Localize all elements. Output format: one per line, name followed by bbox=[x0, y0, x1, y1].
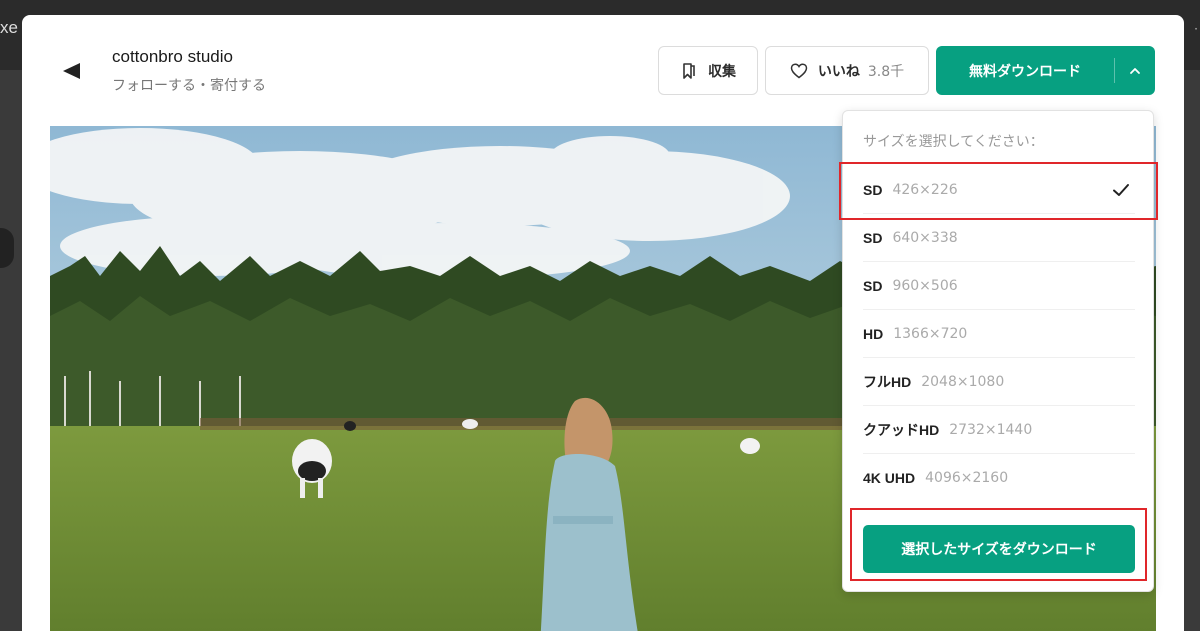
author-name[interactable]: cottonbro studio bbox=[112, 47, 233, 67]
author-actions: フォローする・寄付する bbox=[112, 75, 266, 95]
follow-link[interactable]: フォローする bbox=[112, 78, 196, 94]
size-quality: SD bbox=[863, 277, 883, 294]
free-download-label: 無料ダウンロード bbox=[969, 63, 1081, 80]
size-quality: SD bbox=[863, 229, 883, 246]
donate-link[interactable]: 寄付する bbox=[210, 78, 266, 94]
size-dimensions: 640×338 bbox=[892, 229, 958, 246]
size-option-hd-1366x720[interactable]: HD 1366×720 bbox=[863, 310, 1135, 358]
highlight-box-selected-size bbox=[839, 162, 1158, 220]
bookmark-icon bbox=[680, 62, 698, 80]
highlight-box-download-button bbox=[850, 508, 1147, 581]
background-fragment: · bbox=[1194, 22, 1198, 36]
page-backdrop-left bbox=[0, 70, 22, 631]
size-quality: HD bbox=[863, 325, 884, 342]
heart-icon bbox=[790, 62, 808, 80]
size-dimensions: 2732×1440 bbox=[949, 421, 1033, 438]
like-button[interactable]: いいね 3.8千 bbox=[765, 46, 929, 95]
size-option-4kuhd-4096x2160[interactable]: 4K UHD 4096×2160 bbox=[863, 454, 1135, 502]
size-quality: クアッドHD bbox=[863, 421, 940, 438]
size-option-sd-960x506[interactable]: SD 960×506 bbox=[863, 262, 1135, 310]
size-dimensions: 960×506 bbox=[892, 277, 958, 294]
collect-button[interactable]: 収集 bbox=[658, 46, 758, 95]
size-dimensions: 4096×2160 bbox=[925, 470, 1009, 486]
like-label: いいね bbox=[817, 63, 860, 80]
back-button[interactable] bbox=[60, 59, 84, 83]
free-download-button[interactable]: 無料ダウンロード bbox=[936, 46, 1114, 95]
free-download-button-group: 無料ダウンロード bbox=[936, 46, 1155, 95]
dropdown-header: サイズを選択してください： bbox=[863, 134, 1044, 150]
size-quality: フルHD bbox=[863, 373, 912, 390]
author-links-separator: ・ bbox=[196, 78, 210, 94]
like-count: 3.8千 bbox=[867, 63, 905, 80]
size-quality: 4K UHD bbox=[863, 470, 916, 486]
background-round-button bbox=[0, 228, 14, 268]
chevron-up-icon bbox=[1130, 67, 1140, 74]
size-dimensions: 1366×720 bbox=[893, 325, 968, 342]
back-arrow-icon bbox=[63, 63, 80, 79]
size-option-sd-640x338[interactable]: SD 640×338 bbox=[863, 214, 1135, 262]
collect-label: 収集 bbox=[708, 63, 736, 80]
size-option-fullhd-2048x1080[interactable]: フルHD 2048×1080 bbox=[863, 358, 1135, 406]
background-logo-fragment: xe bbox=[0, 18, 18, 37]
size-dimensions: 2048×1080 bbox=[921, 373, 1005, 390]
size-option-quadhd-2732x1440[interactable]: クアッドHD 2732×1440 bbox=[863, 406, 1135, 454]
download-size-toggle[interactable] bbox=[1115, 46, 1155, 95]
